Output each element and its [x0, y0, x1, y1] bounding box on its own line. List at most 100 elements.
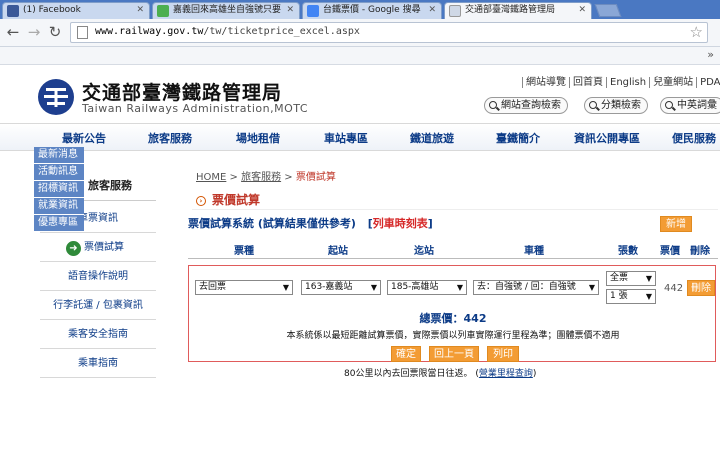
browser-toolbar: ← → ↻ www.railway.gov.tw/tw/ticketprice_… — [0, 19, 720, 47]
section-title-text: 票價試算 — [212, 193, 261, 207]
count-select[interactable]: 1 張 ▼ — [606, 289, 656, 304]
submenu-item-events[interactable]: 活動訊息 — [34, 164, 84, 181]
page-icon — [449, 5, 461, 17]
dropdown-arrow-icon: ▼ — [645, 292, 652, 301]
from-station-value: 163-嘉義站 — [305, 282, 353, 292]
top-link-home[interactable]: 回首頁 — [569, 77, 606, 88]
tab-railway[interactable]: 交通部臺灣鐵路管理局 ✕ — [444, 2, 592, 19]
top-link-pda[interactable]: PDA — [696, 77, 720, 88]
total-price: 總票價：442 — [419, 312, 487, 325]
reload-icon[interactable]: ↻ — [46, 23, 64, 41]
tab-label: 台鐵票價 - Google 搜尋 — [323, 5, 421, 15]
nav-services[interactable]: 便民服務 — [672, 130, 716, 146]
ptt-icon — [157, 5, 169, 17]
sidebar-item-voice-guide[interactable]: 語音操作說明 — [40, 263, 156, 291]
sidebar-item-label: 乘車指南 — [78, 358, 118, 369]
breadcrumb-current: 票價試算 — [295, 172, 336, 183]
sidebar-item-safety[interactable]: 乘客安全指南 — [40, 321, 156, 349]
nav-passenger[interactable]: 旅客服務 — [148, 130, 192, 146]
train-type-select[interactable]: 去：自強號 / 回：自強號 ▼ — [473, 280, 599, 295]
nav-info[interactable]: 資訊公開專區 — [574, 130, 640, 146]
nav-stations[interactable]: 車站專區 — [324, 130, 368, 146]
close-icon[interactable]: ✕ — [286, 3, 294, 18]
train-type-value: 去：自強號 / 回：自強號 — [477, 282, 576, 292]
row-price: 442 — [664, 283, 684, 294]
submenu-item-news[interactable]: 最新消息 — [34, 147, 84, 164]
facebook-icon — [7, 5, 19, 17]
nav-venue[interactable]: 場地租借 — [236, 130, 280, 146]
site-subtitle: Taiwan Railways Administration,MOTC — [82, 102, 309, 115]
search-icon — [589, 101, 597, 109]
bookmarks-bar: » — [0, 47, 720, 65]
star-icon[interactable]: ☆ — [690, 23, 703, 41]
address-bar[interactable]: www.railway.gov.tw/tw/ticketprice_excel.… — [70, 22, 708, 43]
to-station-select[interactable]: 185-高雄站 ▼ — [387, 280, 467, 295]
sidebar-item-riding-guide[interactable]: 乘車指南 — [40, 350, 156, 378]
section-title: › 票價試算 — [196, 191, 260, 208]
close-icon[interactable]: ✕ — [136, 3, 144, 18]
search-icon — [665, 101, 673, 109]
top-link-english[interactable]: English — [606, 77, 650, 88]
back-button[interactable]: 回上一頁 — [429, 346, 479, 362]
col-count: 張數 — [618, 246, 638, 257]
dropdown-arrow-icon: ▼ — [645, 274, 652, 283]
system-title: 票價試算系統 (試算結果僅供參考) [列車時刻表] — [188, 217, 433, 230]
count-value: 1 張 — [610, 291, 628, 301]
submenu-item-offers[interactable]: 優惠專區 — [34, 215, 84, 232]
sidebar-item-label: 乘客安全指南 — [68, 329, 128, 340]
site-title: 交通部臺灣鐵路管理局 — [82, 82, 283, 104]
submenu-item-tenders[interactable]: 招標資訊 — [34, 181, 84, 198]
main-nav: 最新公告 旅客服務 場地租借 車站專區 鐵道旅遊 臺鐵簡介 資訊公開專區 便民服… — [0, 123, 720, 151]
breadcrumb-home[interactable]: HOME — [196, 172, 226, 183]
new-tab-button[interactable] — [594, 4, 622, 17]
arrow-right-icon: ➜ — [66, 241, 81, 256]
submenu-item-jobs[interactable]: 就業資訊 — [34, 198, 84, 215]
mileage-link[interactable]: 營業里程查詢 — [479, 369, 533, 379]
top-link-kids[interactable]: 兒童網站 — [649, 77, 697, 88]
ticket-type-value: 去回票 — [199, 282, 227, 292]
col-ticket-type: 票種 — [234, 246, 254, 257]
back-icon[interactable]: ← — [4, 23, 22, 41]
close-icon[interactable]: ✕ — [428, 3, 436, 18]
category-search-label: 分類檢索 — [601, 100, 641, 111]
fare-form: 去回票 ▼ 163-嘉義站 ▼ 185-高雄站 ▼ 去：自強號 / 回：自強號 ▼ 全票… — [188, 265, 716, 362]
site-search-button[interactable]: 網站查詢檢索 — [484, 97, 568, 114]
add-button[interactable]: 新增 — [660, 216, 692, 232]
sidebar-item-label: 車票資訊 — [78, 213, 118, 224]
tra-logo — [38, 79, 74, 115]
top-links: 網站導覽 回首頁 English 兒童網站 PDA — [522, 73, 720, 88]
breadcrumb-passenger[interactable]: 旅客服務 — [241, 172, 281, 183]
section-divider — [192, 209, 718, 210]
search-icon — [489, 101, 497, 109]
nav-travel[interactable]: 鐵道旅遊 — [410, 130, 454, 146]
glossary-button[interactable]: 中英詞彙 — [660, 97, 720, 114]
close-icon[interactable]: ✕ — [578, 3, 586, 18]
nav-submenu: 最新消息 活動訊息 招標資訊 就業資訊 優惠專區 — [34, 147, 84, 232]
category-search-button[interactable]: 分類檢索 — [584, 97, 648, 114]
fare-type-select[interactable]: 全票 ▼ — [606, 271, 656, 286]
tab-ptt[interactable]: 嘉義回來高雄坐自強號只要 ✕ — [152, 2, 300, 19]
delete-button[interactable]: 刪除 — [687, 280, 715, 296]
site-search-label: 網站查詢檢索 — [501, 100, 561, 111]
bookmarks-more[interactable]: » — [707, 48, 714, 61]
timetable-link[interactable]: 列車時刻表 — [373, 217, 428, 230]
from-station-select[interactable]: 163-嘉義站 ▼ — [301, 280, 381, 295]
breadcrumb-sep: > — [281, 172, 296, 183]
col-to: 迄站 — [414, 246, 434, 257]
to-station-value: 185-高雄站 — [391, 282, 439, 292]
nav-news[interactable]: 最新公告 — [62, 130, 106, 146]
tab-facebook[interactable]: (1) Facebook ✕ — [2, 2, 150, 19]
tab-google[interactable]: 台鐵票價 - Google 搜尋 ✕ — [302, 2, 442, 19]
sidebar-item-fare-calc[interactable]: ➜ 票價試算 — [40, 234, 156, 262]
forward-icon[interactable]: → — [25, 23, 43, 41]
sidebar-item-luggage[interactable]: 行李託運 / 包裹資訊 — [40, 292, 156, 320]
top-link-sitemap[interactable]: 網站導覽 — [522, 77, 569, 88]
col-delete: 刪除 — [690, 246, 710, 257]
print-button[interactable]: 列印 — [487, 346, 519, 362]
col-price: 票價 — [660, 246, 680, 257]
breadcrumb-sep: > — [226, 172, 242, 183]
breadcrumb: HOME > 旅客服務 > 票價試算 — [196, 168, 336, 183]
confirm-button[interactable]: 確定 — [391, 346, 421, 362]
nav-about[interactable]: 臺鐵簡介 — [496, 130, 540, 146]
ticket-type-select[interactable]: 去回票 ▼ — [195, 280, 293, 295]
